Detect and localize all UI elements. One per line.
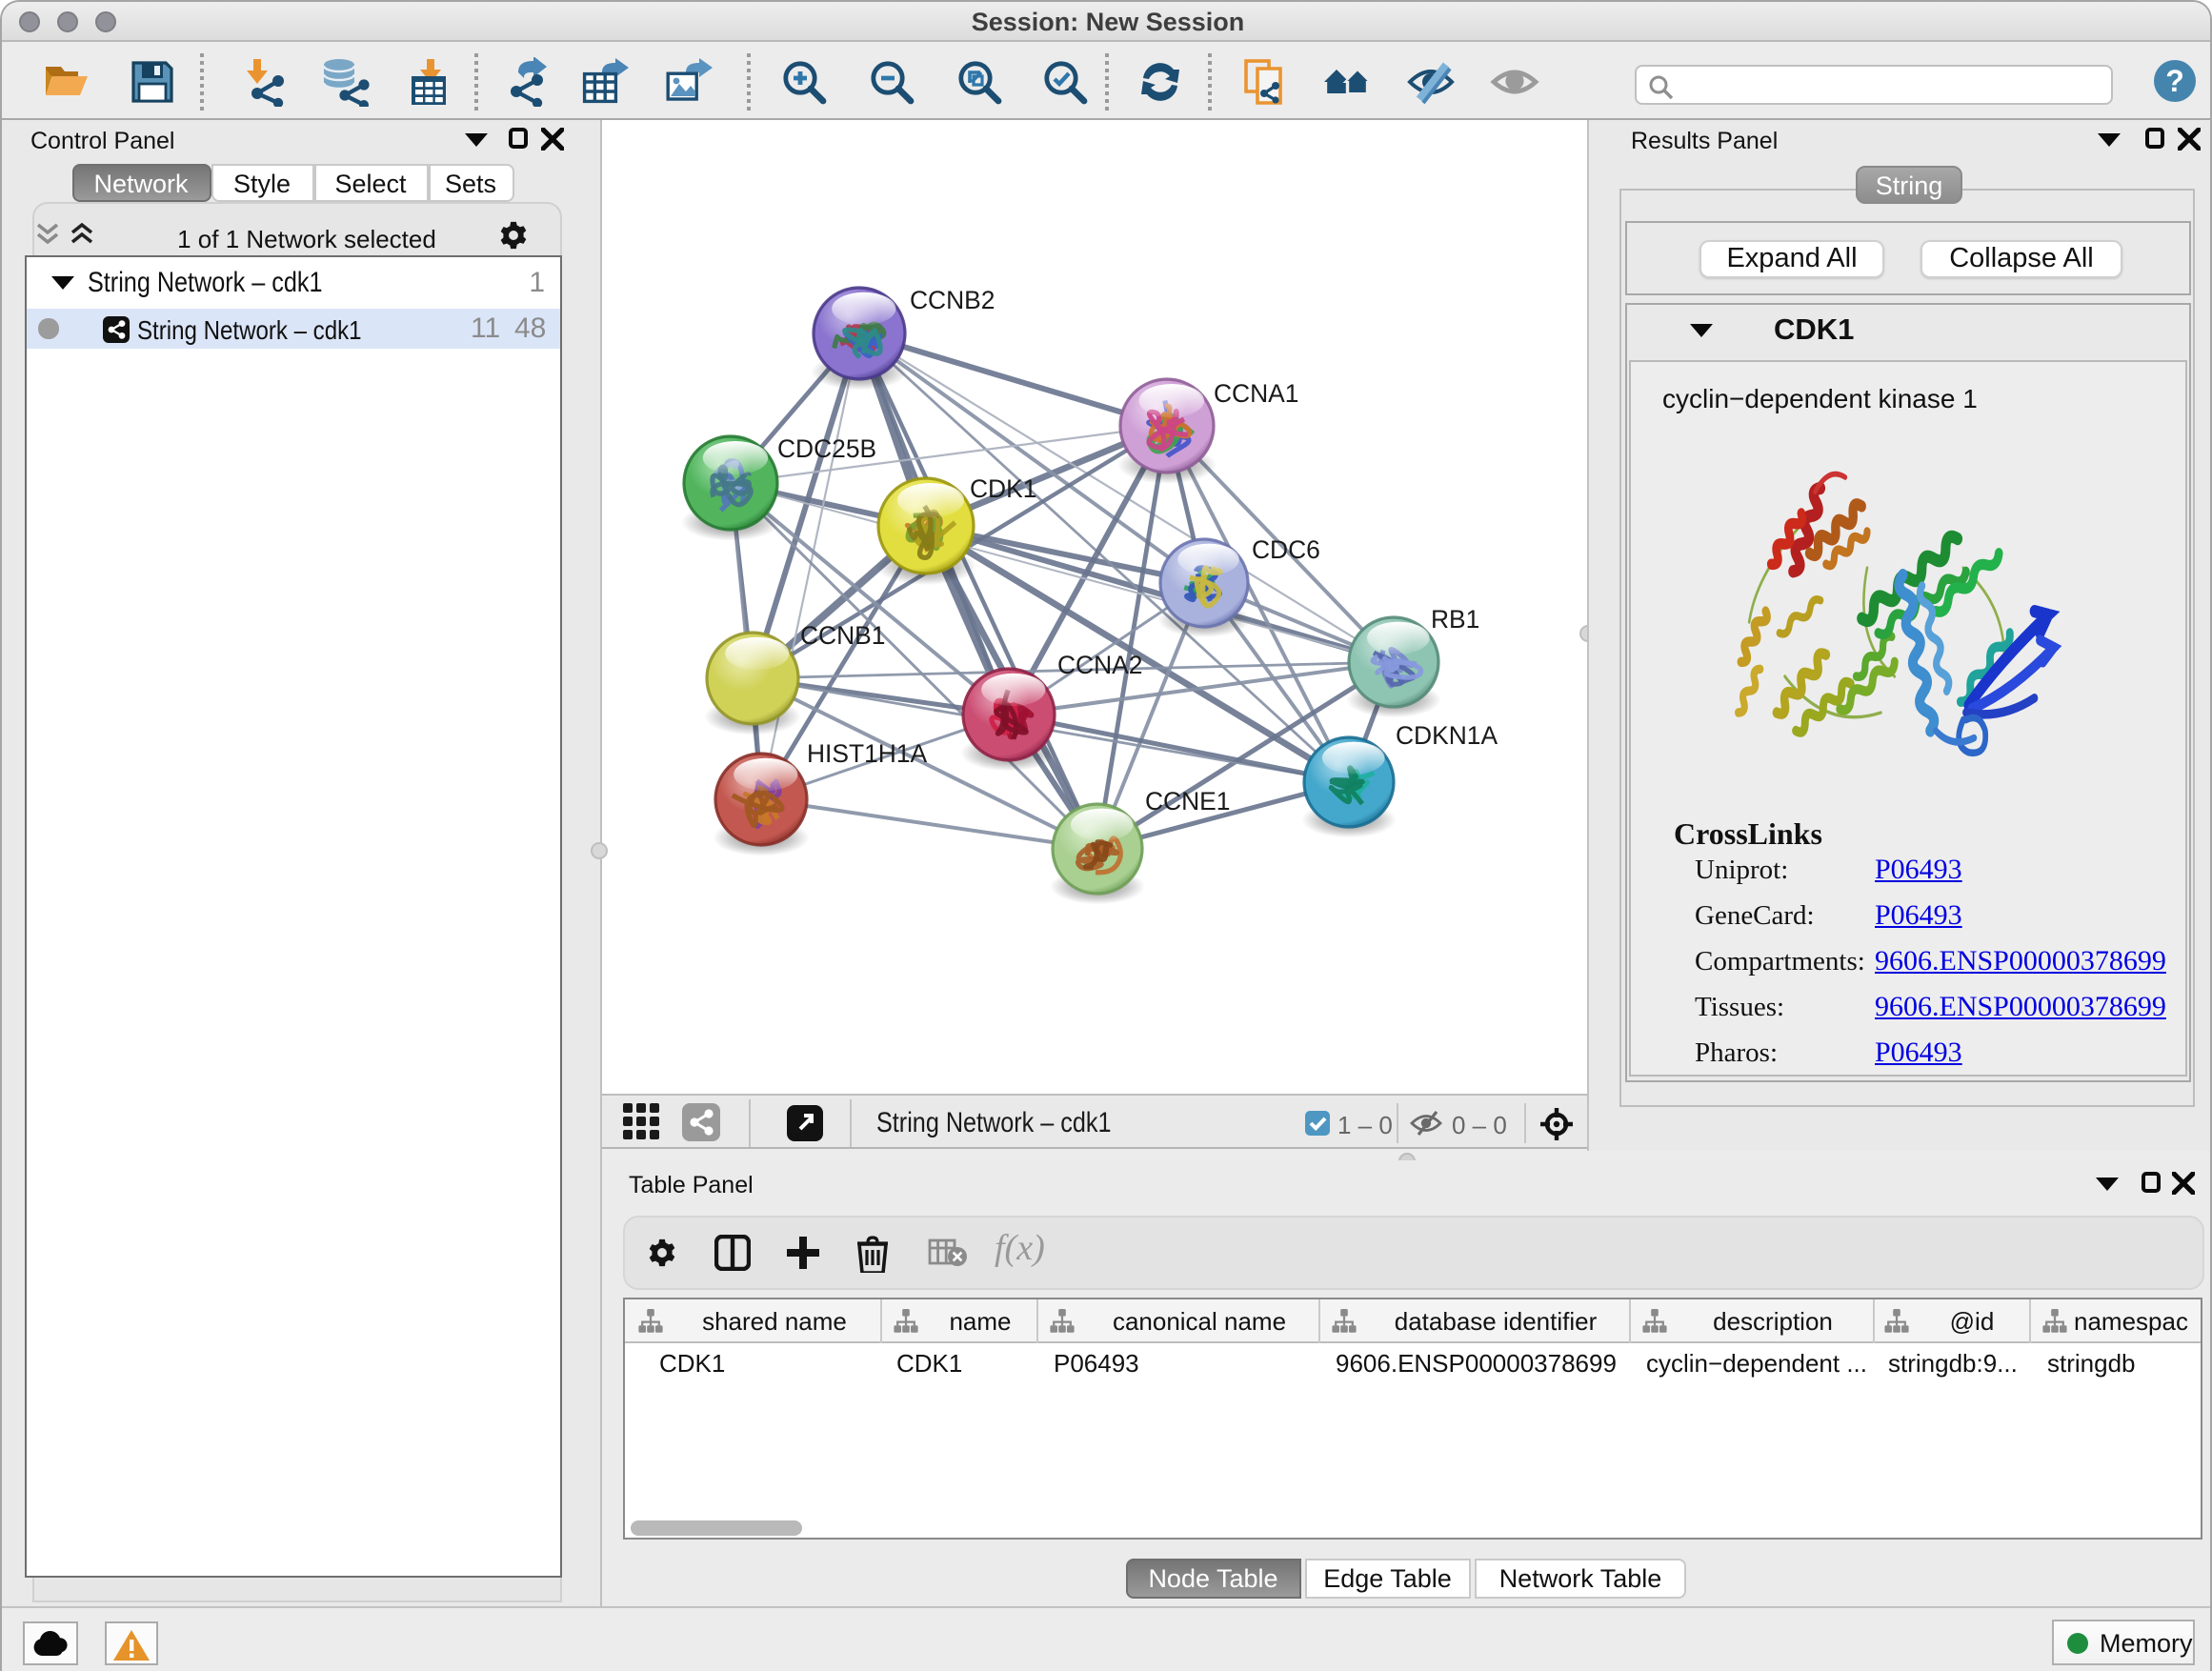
svg-text:CCNB1: CCNB1 [800,621,885,650]
svg-text:CDKN1A: CDKN1A [1396,721,1498,750]
svg-text:CDC25B: CDC25B [777,434,876,463]
svg-text:?: ? [2164,64,2183,98]
svg-text:CCNE1: CCNE1 [1145,787,1230,815]
svg-text:HIST1H1A: HIST1H1A [807,739,928,768]
svg-text:CCNB2: CCNB2 [910,286,995,314]
svg-text:RB1: RB1 [1431,605,1479,634]
svg-text:CCNA2: CCNA2 [1057,651,1142,679]
svg-text:CDC6: CDC6 [1252,535,1320,564]
svg-text:CCNA1: CCNA1 [1214,379,1298,408]
svg-text:CDK1: CDK1 [970,474,1036,503]
